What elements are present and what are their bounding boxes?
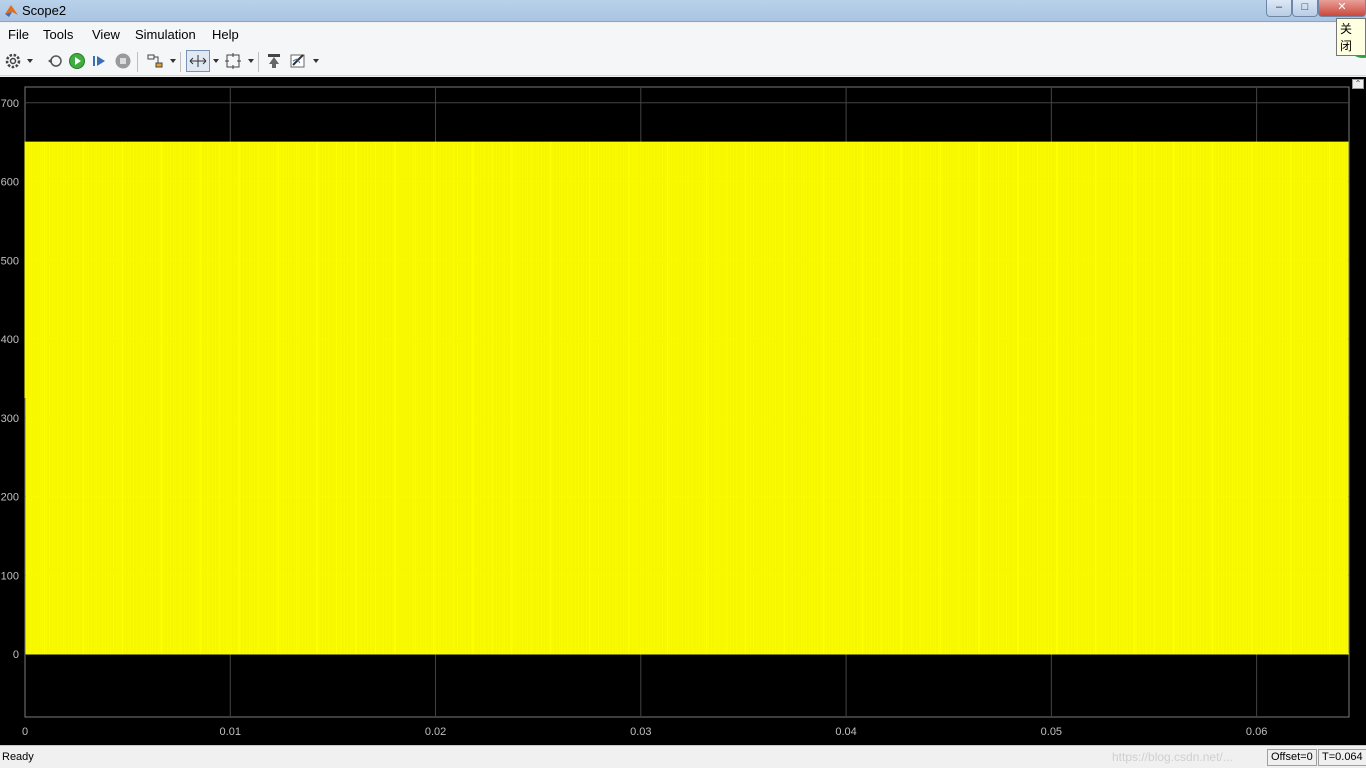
style-icon[interactable]	[289, 52, 307, 70]
close-button[interactable]: ✕	[1318, 0, 1366, 17]
scope-display[interactable]: 0 0.01 0.02 0.03 0.04 0.05 0.06 0 100 200 300 400 50…	[0, 77, 1366, 745]
y-tick-label: 0	[13, 649, 19, 661]
offset-readout: Offset=0	[1267, 749, 1317, 766]
selector-dropdown-arrow-icon[interactable]	[170, 59, 176, 63]
y-tick-label: 100	[1, 570, 19, 582]
y-tick-label: 700	[1, 98, 19, 110]
autoscale-dropdown-arrow-icon[interactable]	[248, 59, 254, 63]
undock-icon[interactable]: ⌃	[1352, 79, 1364, 89]
zoom-x-icon[interactable]	[186, 50, 210, 72]
zoom-dropdown-arrow-icon[interactable]	[213, 59, 219, 63]
menu-view[interactable]: View	[92, 27, 120, 42]
menu-file[interactable]: File	[8, 27, 29, 42]
style-dropdown-arrow-icon[interactable]	[313, 59, 319, 63]
status-text: Ready	[2, 751, 34, 763]
x-tick-label: 0.05	[1041, 726, 1062, 738]
window-title: Scope2	[22, 3, 67, 18]
title-bar: Scope2 ‒ □ ✕	[0, 0, 1366, 22]
watermark: https://blog.csdn.net/...	[1112, 750, 1233, 764]
y-tick-label: 200	[1, 492, 19, 504]
x-tick-label: 0.06	[1246, 726, 1267, 738]
menu-bar: File Tools View Simulation Help	[0, 23, 1366, 46]
restore-icon[interactable]	[46, 52, 64, 70]
parameters-gear-icon[interactable]	[4, 52, 22, 70]
signal-selector-icon[interactable]	[146, 52, 164, 70]
scope-plot[interactable]: 0 0.01 0.02 0.03 0.04 0.05 0.06 0 100 200 300 400 50…	[0, 77, 1366, 745]
stop-icon[interactable]	[114, 52, 132, 70]
menu-help[interactable]: Help	[212, 27, 239, 42]
x-tick-label: 0.03	[630, 726, 651, 738]
toolbar-separator	[137, 52, 138, 72]
minimize-button[interactable]: ‒	[1266, 0, 1292, 17]
toolbar-separator	[180, 52, 181, 72]
step-forward-icon[interactable]	[90, 52, 108, 70]
y-tick-label: 500	[1, 255, 19, 267]
x-tick-label: 0.04	[835, 726, 856, 738]
status-bar: Ready https://blog.csdn.net/... Offset=0…	[0, 745, 1366, 768]
close-tooltip: 关闭	[1336, 18, 1366, 56]
y-tick-label: 400	[1, 334, 19, 346]
y-tick-label: 600	[1, 177, 19, 189]
gear-dropdown-arrow-icon[interactable]	[27, 59, 33, 63]
autoscale-icon[interactable]	[224, 52, 242, 70]
y-tick-label: 300	[1, 413, 19, 425]
menu-simulation[interactable]: Simulation	[135, 27, 196, 42]
menu-tools[interactable]: Tools	[43, 27, 73, 42]
x-tick-label: 0.02	[425, 726, 446, 738]
highlight-block-icon[interactable]	[265, 52, 283, 70]
maximize-button[interactable]: □	[1292, 0, 1318, 17]
x-tick-label: 0.01	[220, 726, 241, 738]
time-readout: T=0.064	[1318, 749, 1366, 766]
x-tick-label: 0	[22, 726, 28, 738]
matlab-icon	[5, 5, 18, 17]
toolbar-separator	[258, 52, 259, 72]
toolbar	[0, 46, 1366, 76]
run-icon[interactable]	[68, 52, 86, 70]
